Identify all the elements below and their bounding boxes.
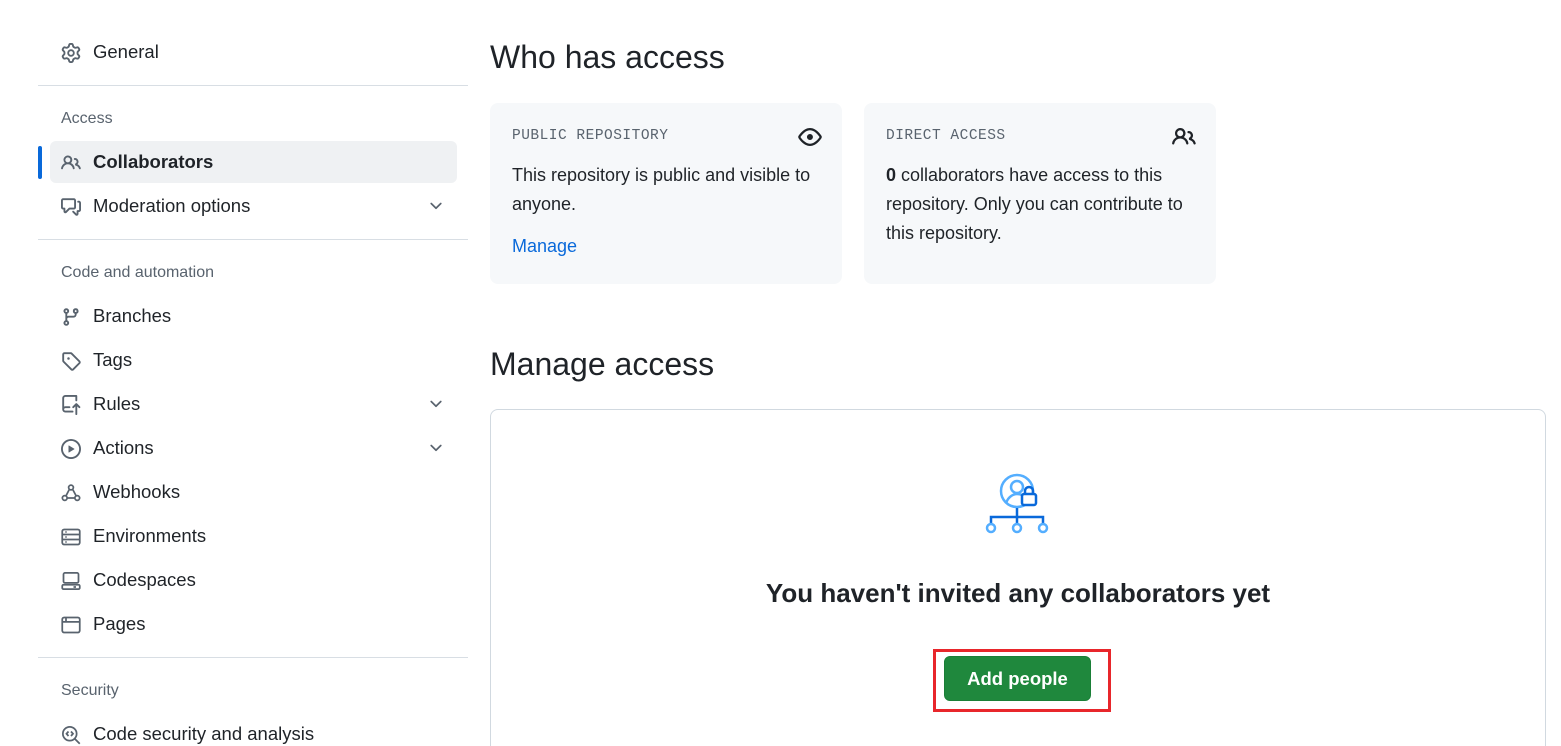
section-title-code-automation: Code and automation [61,264,214,281]
tag-icon [60,350,82,372]
eye-icon [798,128,822,146]
chevron-down-icon [430,400,442,408]
sidebar-item-label: Actions [93,437,154,458]
sidebar-item-actions[interactable]: Actions [50,427,457,469]
git-branch-icon [60,306,82,328]
section-title-access: Access [61,110,113,127]
manage-access-heading: Manage access [490,346,715,382]
repo-push-icon [60,394,82,416]
active-indicator [38,146,42,179]
card-description: This repository is public and visible to… [512,165,811,214]
manage-access-box: You haven't invited any collaborators ye… [490,409,1546,746]
codespaces-icon [60,570,82,592]
sidebar-item-environments[interactable]: Environments [50,515,457,557]
sidebar-item-label: General [93,41,159,62]
browser-icon [60,614,82,636]
card-title: DIRECT ACCESS [886,128,1006,144]
chevron-down-icon [430,444,442,452]
collaborator-count: 0 [886,165,897,185]
sidebar-item-webhooks[interactable]: Webhooks [50,471,457,513]
sidebar-item-code-security-analysis[interactable]: Code security and analysis [50,713,457,746]
sidebar-item-label: Environments [93,525,207,546]
manage-link[interactable]: Manage [512,236,577,257]
sidebar-item-codespaces[interactable]: Codespaces [50,559,457,601]
sidebar-divider [38,657,468,658]
sidebar-item-label: Tags [93,349,133,370]
chevron-down-icon [430,202,442,210]
direct-access-card: DIRECT ACCESS 0 collaborators have acces… [864,103,1216,284]
sidebar-item-label: Pages [93,613,146,634]
sidebar-item-collaborators[interactable]: Collaborators [50,141,457,183]
who-has-access-heading: Who has access [490,39,725,75]
section-title-security: Security [61,682,119,699]
sidebar-item-rules[interactable]: Rules [50,383,457,425]
sidebar-item-label: Branches [93,305,172,326]
sidebar-item-moderation-options[interactable]: Moderation options [50,185,457,227]
sidebar-item-tags[interactable]: Tags [50,339,457,381]
public-repository-card: PUBLIC REPOSITORY This repository is pub… [490,103,842,284]
server-icon [60,526,82,548]
gear-icon [60,42,82,64]
sidebar-divider [38,85,468,86]
sidebar-item-label: Moderation options [93,195,251,216]
people-icon [60,152,82,174]
sidebar-item-branches[interactable]: Branches [50,295,457,337]
sidebar-item-label: Rules [93,393,141,414]
play-icon [60,438,82,460]
sidebar-item-general[interactable]: General [50,31,457,73]
card-description-text: collaborators have access to this reposi… [886,165,1183,243]
sidebar-item-label: Codespaces [93,569,196,590]
settings-sidebar: General Access Collaborators Moderation … [38,0,468,746]
codescan-icon [60,724,82,746]
people-icon [1172,127,1196,145]
comment-discussion-icon [60,196,82,218]
sidebar-item-label: Code security and analysis [93,723,315,744]
webhook-icon [60,482,82,504]
sidebar-item-label: Webhooks [93,481,181,502]
card-title: PUBLIC REPOSITORY [512,128,669,144]
sidebar-item-label: Collaborators [93,151,214,172]
sidebar-divider [38,239,468,240]
add-people-button[interactable]: Add people [944,656,1091,701]
sidebar-item-pages[interactable]: Pages [50,603,457,645]
card-description: 0 collaborators have access to this repo… [886,161,1196,248]
collaborators-lock-icon [985,473,1049,534]
empty-state-title: You haven't invited any collaborators ye… [765,578,1271,608]
